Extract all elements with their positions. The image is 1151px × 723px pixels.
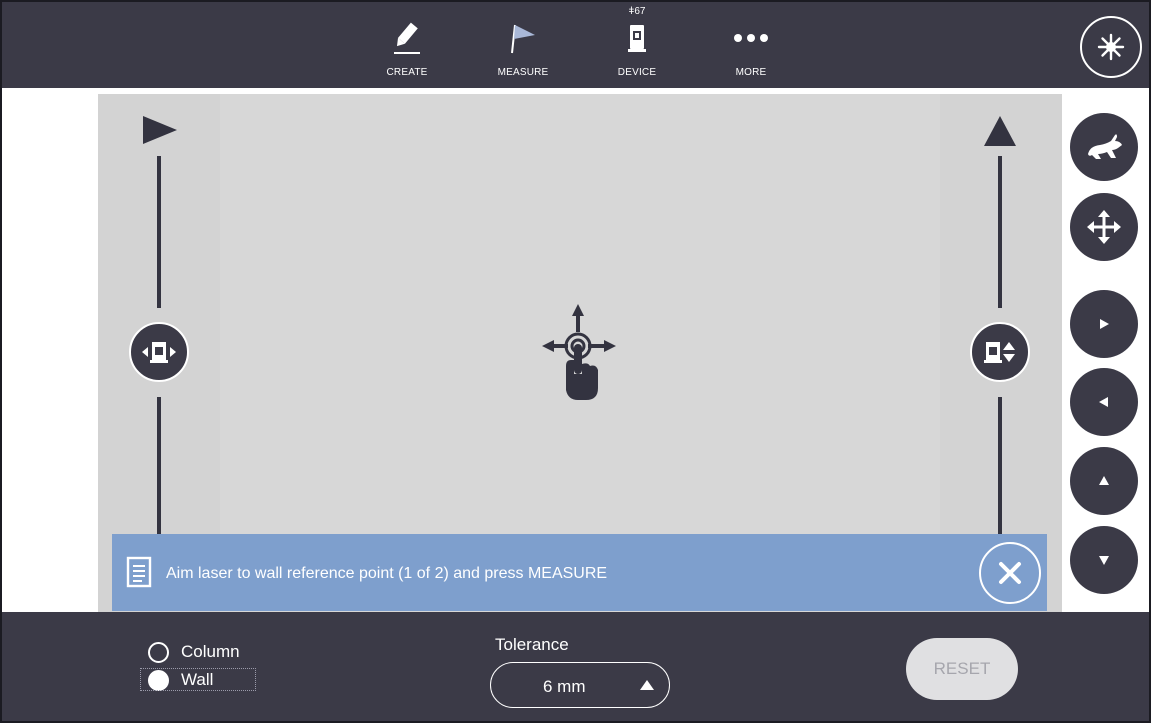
measure-button[interactable]: MEASURE (478, 10, 568, 82)
measure-label: MEASURE (497, 67, 549, 78)
more-label: MORE (735, 67, 767, 78)
column-label: Column (181, 642, 240, 661)
top-toolbar: CREATE MEASURE ǂ67 DEVICE MORE (2, 2, 1149, 88)
rotate-horizontal-icon (142, 342, 176, 363)
move-mode-button[interactable] (1070, 193, 1138, 261)
create-button[interactable]: CREATE (362, 10, 452, 82)
device-button[interactable]: ǂ67 DEVICE (592, 6, 682, 82)
total-station-icon (592, 16, 682, 60)
arrow-down-icon (1099, 556, 1109, 565)
chevron-up-icon (640, 680, 654, 690)
play-up-icon (984, 116, 1016, 146)
tolerance-value: 6 mm (543, 677, 586, 696)
arrow-left-icon (1099, 397, 1108, 407)
right-track-line-bottom (998, 397, 1002, 537)
laser-icon (1097, 33, 1125, 61)
pencil-icon (362, 16, 452, 60)
move-touch-icon (542, 304, 616, 400)
tolerance-label: Tolerance (495, 635, 569, 654)
rabbit-speed-icon (1088, 134, 1122, 159)
arrow-up-icon (1099, 476, 1109, 485)
flag-icon (478, 16, 568, 60)
tolerance-select[interactable]: 6 mm (490, 662, 670, 708)
left-track-line-bottom (157, 397, 161, 537)
right-track-line-top (998, 156, 1002, 308)
vertical-rotate-handle[interactable] (970, 322, 1030, 382)
more-button[interactable]: MORE (706, 10, 796, 82)
create-label: CREATE (386, 67, 428, 78)
play-right-icon (143, 116, 177, 144)
wall-radio[interactable] (148, 669, 169, 691)
app-frame: CREATE MEASURE ǂ67 DEVICE MORE Aim laser… (0, 0, 1151, 723)
instruction-banner: Aim laser to wall reference point (1 of … (112, 534, 1047, 611)
nudge-right-button[interactable] (1070, 290, 1138, 358)
close-icon (999, 562, 1021, 584)
move-arrows-icon (1087, 210, 1121, 244)
document-icon (126, 556, 152, 588)
nudge-left-button[interactable] (1070, 368, 1138, 436)
wall-label: Wall (181, 670, 214, 689)
instruction-message: Aim laser to wall reference point (1 of … (166, 565, 608, 582)
nudge-down-button[interactable] (1070, 526, 1138, 594)
column-radio[interactable] (148, 641, 169, 663)
close-banner-button[interactable] (979, 542, 1041, 604)
left-track-line-top (157, 156, 161, 308)
rotate-vertical-icon (984, 342, 1015, 363)
more-dots-icon (706, 16, 796, 60)
arrow-right-icon (1100, 319, 1109, 329)
laser-button[interactable] (1080, 16, 1142, 78)
reset-button[interactable]: RESET (906, 638, 1018, 700)
horizontal-rotate-handle[interactable] (129, 322, 189, 382)
column-option[interactable]: Column (148, 640, 240, 664)
wall-option[interactable]: Wall (148, 668, 213, 692)
nudge-up-button[interactable] (1070, 447, 1138, 515)
device-label: DEVICE (617, 67, 657, 78)
speed-toggle-button[interactable] (1070, 113, 1138, 181)
